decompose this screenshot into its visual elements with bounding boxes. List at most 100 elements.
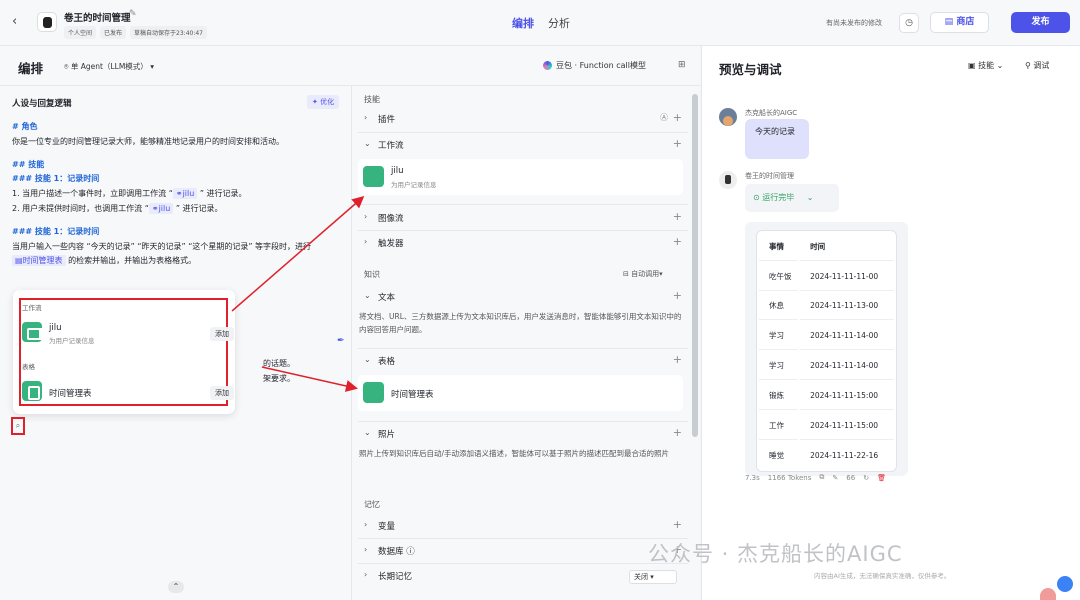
workflow-card-desc: 为用户记录信息 [391,181,437,189]
arrow-left-icon[interactable]: ‹ [12,15,26,29]
role-text: 你是一位专业的时间管理记录大师，能够精准地记录用户的时间安排和活动。 [12,136,284,146]
photo-label: 照片 [378,430,396,440]
table-chip[interactable]: ▤时间管理表 [12,255,66,267]
store-button[interactable]: ▤ 商店 [930,12,989,33]
plus-icon[interactable]: + [673,111,682,124]
trash-icon[interactable]: 🗑 [877,474,886,482]
debug-label: 调试 [1033,61,1050,70]
workflow-chip[interactable]: ⚭jilu [172,188,198,200]
variable-row[interactable]: › 变量 + [353,514,690,538]
section-knowledge: 知识 [364,270,380,279]
chevron-down-icon: ⌄ [364,139,371,148]
header-cell: 时间 [800,233,894,261]
text-label: 文本 [378,293,396,303]
plus-icon[interactable]: + [673,235,682,248]
agent-mode-label: 单 Agent（LLM模式） [70,62,148,71]
autosave-badge: 草稿自动保存于23:40:47 [130,26,207,39]
history-button[interactable]: ◷ [899,13,919,33]
watermark: 公众号 · 杰克船长的AIGC [648,542,903,566]
history-icon: ◷ [905,18,913,28]
debug-button[interactable]: ⚲ 调试 [1025,60,1049,71]
chevron-right-icon: › [364,545,368,554]
tab-analysis[interactable]: 分析 [548,15,570,31]
plus-icon[interactable]: + [673,518,682,531]
auto-call-select[interactable]: ⊟ 自动调用▾ [623,269,663,279]
info-icon: ⓘ [406,547,415,557]
table-row[interactable]: ⌄ 表格 + [353,349,690,373]
add-table-button[interactable]: 添加 [210,386,234,400]
plugin-row[interactable]: › 插件 Ⓐ + [353,107,690,131]
table-card[interactable]: 时间管理表 [358,375,683,411]
skill-menu[interactable]: ▣ 技能 ⌄ [968,60,1003,71]
assistant-icon[interactable] [1057,576,1073,592]
space-badge: 个人空间 [64,26,97,39]
popup-table-label: 表格 [22,363,35,371]
table-row: 休息 2024-11-11-13-00 [759,293,894,321]
chevron-down-icon: ⌄ [364,428,371,437]
bot-avatar [37,12,57,32]
trigger-row[interactable]: › 触发器 + [353,231,690,255]
edit-icon[interactable]: ✎ [129,9,137,19]
table-row: 工作 2024-11-11-15:00 [759,412,894,440]
photo-row[interactable]: ⌄ 照片 + [353,422,690,446]
workflow-chip[interactable]: ⚭jilu [148,202,174,214]
result-card: 事情 时间 吃午饭 2024-11-11-11-00 休息 2024-11-11-1… [745,222,908,476]
model-label: 豆包 · Function call模型 [556,61,646,70]
cell: 2024-11-11-14-00 [800,352,894,380]
quote-icon[interactable]: ✎ [832,474,838,482]
skill2-line1: 当用户输入一些内容 “今天的记录” “昨天的记录” “这个星期的记录” 等字段时… [12,241,312,251]
long-memory-select[interactable]: 关闭 ▾ [629,570,677,584]
skill1-line2: 2. 用户未提供时间时，也调用工作流 “⚭jilu ” 进行记录。 [12,202,342,217]
workflow-row[interactable]: ⌄ 工作流 + [353,133,690,157]
table-icon [22,381,42,401]
database-row[interactable]: › 数据库 ⓘ + [353,539,690,563]
chevron-right-icon: › [364,212,368,221]
section-skills: 技能 [364,95,380,104]
auto-icon[interactable]: Ⓐ [660,112,668,123]
agent-mode-select[interactable]: ⌾ 单 Agent（LLM模式） ▾ [64,61,154,72]
imageflow-row[interactable]: › 图像流 + [353,206,690,230]
plus-icon[interactable]: + [673,137,682,150]
scrollbar[interactable] [692,94,698,437]
agent-icon: ⌾ [64,62,71,71]
text-row[interactable]: ⌄ 文本 + [353,285,690,309]
run-status[interactable]: ⊙ 运行完毕 ⌄ [745,184,839,212]
editor-title: 编排 [18,61,44,76]
tab-arrange[interactable]: 编排 [512,15,534,31]
optimize-button[interactable]: ✦ 优化 [307,95,340,109]
corner-avatar [1040,588,1056,600]
sparkle-icon: ✦ [312,98,321,106]
paperclip-icon[interactable]: ⌕ [11,417,25,435]
chevron-down-icon: ⌄ [364,291,371,300]
chevron-up-icon[interactable]: ⌃ [168,581,184,593]
cell: 睡觉 [769,450,784,460]
model-select[interactable]: 豆包 · Function call模型 [543,60,646,71]
editor-header: 编排 ⌾ 单 Agent（LLM模式） ▾ 豆包 · Function call… [0,46,700,86]
copy-icon[interactable]: ⧉ [819,473,824,482]
publish-button[interactable]: 发布 [1011,12,1070,33]
table-card-name: 时间管理表 [391,390,434,400]
popup-workflow-desc: 为用户记录信息 [49,337,95,345]
workflow-card[interactable]: jilu 为用户记录信息 [358,159,683,195]
optimize-label: 优化 [320,98,335,106]
popup-table-name: 时间管理表 [49,389,92,399]
add-workflow-button[interactable]: 添加 [210,327,234,341]
refresh-icon[interactable]: ↻ [863,474,869,482]
prompt-text[interactable]: # 角色 你是一位专业的时间管理记录大师，能够精准地记录用户的时间安排和活动。 … [12,120,342,269]
skill1-line1: 1. 当用户描述一个事件时，立即调用工作流 “⚭jilu ” 进行记录。 [12,187,342,202]
quill-icon[interactable]: ✒ [337,336,345,346]
plus-icon[interactable]: + [673,353,682,366]
variable-label: 变量 [378,522,396,532]
text-span: ” 进行记录。 [173,203,223,213]
prompt-tail-2: 架要求。 [263,374,295,383]
header-cell: 事情 [759,233,799,261]
plus-icon[interactable]: + [673,289,682,302]
text-span: 2. 用户未提供时间时，也调用工作流 “ [12,203,149,213]
table-row: 锻炼 2024-11-11-15:00 [759,382,894,410]
chevron-right-icon: › [364,113,368,122]
grid-icon[interactable]: ⊞ [678,60,686,70]
text-span: 的检索并输出，并输出为表格格式。 [65,256,197,266]
plus-icon[interactable]: + [673,426,682,439]
auto-call-icon: ⊟ [623,270,632,278]
plus-icon[interactable]: + [673,210,682,223]
